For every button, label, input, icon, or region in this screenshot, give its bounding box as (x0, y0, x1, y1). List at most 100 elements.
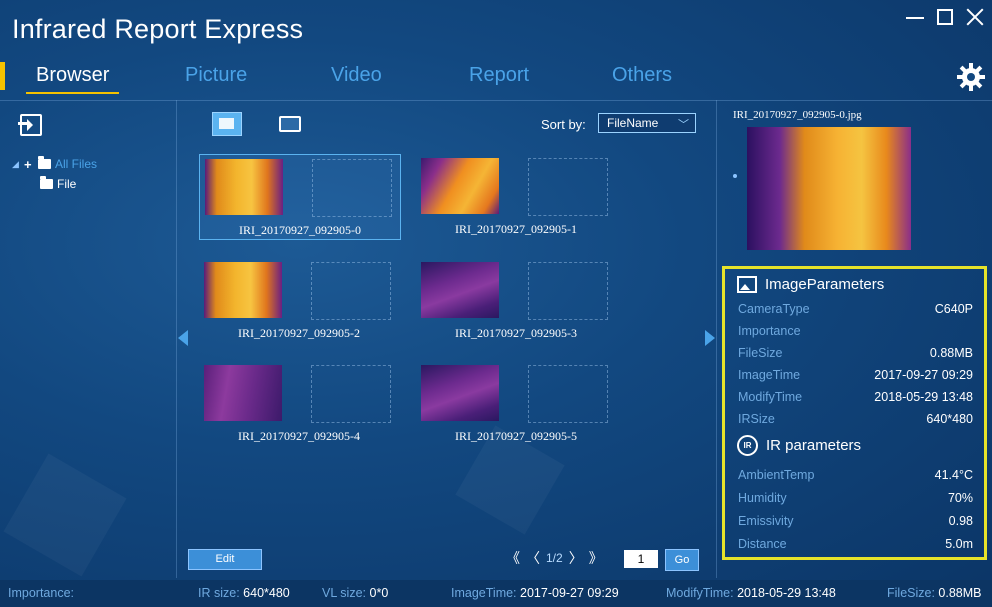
thumbnail-caption: IRI_20170927_092905-3 (455, 326, 577, 340)
status-modify-time: ModifyTime: 2018-05-29 13:48 (666, 586, 836, 600)
param-value: 640*480 (926, 412, 973, 426)
sort-label: Sort by: (541, 117, 586, 132)
thumbnail-item[interactable]: IRI_20170927_092905-5 (416, 361, 616, 445)
param-key: ModifyTime (738, 390, 803, 404)
first-page-icon[interactable]: 《 (506, 548, 520, 568)
thumbnail-caption: IRI_20170927_092905-2 (238, 326, 360, 340)
status-label: IR size: (198, 586, 240, 600)
thumbnail-caption: IRI_20170927_092905-1 (455, 222, 577, 236)
param-value: 0.88MB (929, 346, 973, 360)
empty-slot (312, 159, 392, 217)
param-key: Humidity (738, 491, 787, 505)
param-row: Emissivity 0.98 (738, 514, 973, 528)
tree-item-file[interactable]: File (12, 174, 97, 194)
status-bar: Importance: IR size: 640*480 VL size: 0*… (0, 580, 992, 607)
preview-dot (733, 174, 737, 178)
background-decoration (3, 453, 127, 577)
preview-filename: IRI_20170927_092905-0.jpg (733, 109, 862, 121)
status-label: FileSize: (887, 586, 935, 600)
empty-slot (528, 365, 608, 423)
param-value: 2018-05-29 13:48 (874, 390, 973, 404)
param-row: CameraType C640P (738, 302, 973, 316)
param-key: FileSize (738, 346, 783, 360)
status-label: VL size: (322, 586, 367, 600)
go-button[interactable]: Go (665, 549, 699, 571)
param-value: 0.98 (948, 514, 973, 528)
empty-slot (311, 365, 391, 423)
window-controls (904, 6, 986, 28)
thermal-thumbnail (421, 158, 499, 214)
param-row: IRSize 640*480 (738, 412, 973, 426)
prev-page-icon[interactable]: 〈 (526, 548, 540, 568)
page-number-input[interactable]: 1 (624, 550, 658, 568)
status-ir-size: IR size: 640*480 (198, 586, 290, 600)
status-importance-label: Importance: (8, 586, 75, 600)
status-value: 0*0 (369, 586, 389, 600)
tree-item-label: All Files (55, 157, 98, 171)
image-params-header: ImageParameters (737, 276, 884, 293)
param-value: 2017-09-27 09:29 (874, 368, 973, 382)
thermal-thumbnail (421, 365, 499, 421)
thumbnail-caption: IRI_20170927_092905-5 (455, 429, 577, 443)
edit-button[interactable]: Edit (188, 549, 262, 570)
param-row: ModifyTime 2018-05-29 13:48 (738, 390, 973, 404)
expand-arrow-icon[interactable]: ◢ (12, 159, 20, 170)
pager: 《 〈 1/2 〉 》 (506, 548, 603, 568)
thermal-thumbnail (204, 262, 282, 318)
folder-icon (38, 156, 51, 169)
thumbnail-item[interactable]: IRI_20170927_092905-2 (199, 258, 399, 342)
param-row: FileSize 0.88MB (738, 346, 973, 360)
parameters-panel: ImageParameters CameraType C640P Importan… (722, 266, 987, 560)
empty-slot (311, 262, 391, 320)
thumbnail-caption: IRI_20170927_092905-0 (239, 223, 361, 237)
single-view-icon[interactable] (276, 112, 304, 134)
tab-video[interactable]: Video (331, 64, 382, 87)
empty-slot (528, 158, 608, 216)
prev-arrow-icon[interactable] (178, 330, 188, 346)
ir-params-title: IR parameters (766, 437, 862, 454)
param-row: AmbientTemp 41.4°C (738, 468, 973, 482)
ir-icon: IR (737, 435, 758, 456)
thumbnail-item[interactable]: IRI_20170927_092905-1 (416, 154, 616, 238)
param-key: Emissivity (738, 514, 794, 528)
sidebar-divider (176, 100, 177, 578)
tree-item-label: File (57, 177, 77, 191)
sort-select[interactable]: FileName ﹀ (598, 113, 696, 133)
tab-report[interactable]: Report (469, 64, 529, 87)
thumbnail-item[interactable]: IRI_20170927_092905-4 (199, 361, 399, 445)
close-icon[interactable] (964, 6, 986, 28)
thumbnail-item[interactable]: IRI_20170927_092905-0 (199, 154, 401, 240)
image-icon (737, 276, 757, 293)
thumbnail-item[interactable]: IRI_20170927_092905-3 (416, 258, 616, 342)
import-icon[interactable] (18, 114, 42, 136)
param-key: Distance (738, 537, 787, 551)
tab-browser[interactable]: Browser (25, 64, 120, 94)
minimize-icon[interactable] (904, 6, 926, 28)
folder-icon (40, 176, 53, 189)
tab-picture[interactable]: Picture (185, 64, 247, 87)
tree-item-all-files[interactable]: ◢ + All Files (12, 154, 97, 174)
thermal-thumbnail (205, 159, 283, 215)
ir-params-header: IR IR parameters (737, 435, 861, 456)
next-arrow-icon[interactable] (705, 330, 715, 346)
gear-icon[interactable] (956, 62, 986, 92)
param-row: Importance (738, 324, 973, 338)
next-page-icon[interactable]: 〉 (569, 548, 583, 568)
thumbnail-caption: IRI_20170927_092905-4 (238, 429, 360, 443)
tab-others[interactable]: Others (612, 64, 672, 87)
chevron-down-icon: ﹀ (678, 119, 689, 131)
status-value: 640*480 (243, 586, 290, 600)
page-indicator: 1/2 (546, 551, 563, 565)
preview-image[interactable] (747, 127, 911, 250)
main-tabs: Browser Picture Video Report Others (0, 60, 760, 94)
param-key: CameraType (738, 302, 810, 316)
thermal-thumbnail (421, 262, 499, 318)
param-value: 5.0m (945, 537, 973, 551)
app-title: Infrared Report Express (12, 14, 304, 44)
status-vl-size: VL size: 0*0 (322, 586, 388, 600)
expander-plus[interactable]: + (24, 157, 34, 172)
maximize-icon[interactable] (934, 6, 956, 28)
param-value: 70% (947, 491, 973, 505)
last-page-icon[interactable]: 》 (589, 548, 603, 568)
grid-view-icon[interactable] (212, 112, 242, 136)
